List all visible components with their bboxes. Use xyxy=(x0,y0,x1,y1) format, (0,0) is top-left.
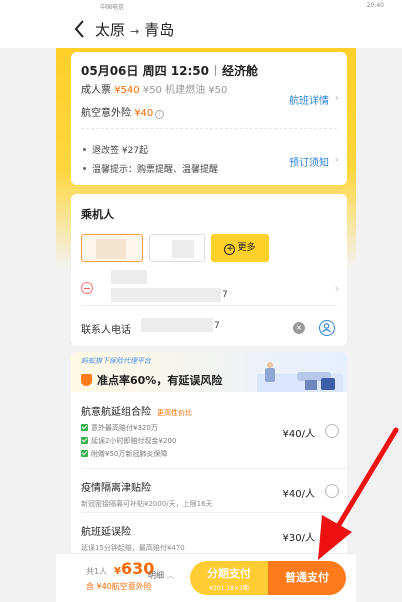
contact-phone-label: 联系人电话 xyxy=(81,325,131,336)
plus-icon: + xyxy=(224,244,236,255)
check-icon xyxy=(81,437,88,444)
passenger-title: 乘机人 xyxy=(81,208,114,221)
insurance-banner: 蚂蚁旗下保险代理平台 准点率60%，有延误风险 xyxy=(71,352,347,392)
detail-toggle[interactable]: 明细 ︿ xyxy=(148,570,175,581)
route-title: 太原 → 青岛 xyxy=(95,19,174,40)
info-icon[interactable]: i xyxy=(155,110,165,119)
flight-date-row: 05月06日 周四 12:50 经济舱 xyxy=(81,62,258,79)
flight-datetime: 05月06日 周四 12:50 xyxy=(81,64,209,78)
installment-sub: ¥201.18×3期 xyxy=(209,585,249,592)
insurance-price: ¥30/人 xyxy=(282,533,315,544)
ticket-type: 成人票 xyxy=(81,85,111,96)
more-label: 更多 xyxy=(237,243,256,253)
header-bar: 太原 → 青岛 xyxy=(0,12,402,48)
insurance-card: 蚂蚁旗下保险代理平台 准点率60%，有延误风险 航意航延组合险 更高性价比 意外最… xyxy=(71,352,347,555)
insurance-price: ¥40 xyxy=(134,108,154,119)
status-bar: 中国电信 20:40 xyxy=(0,0,402,12)
ticket-price: ¥540 xyxy=(114,85,140,96)
bottom-bar: 共1人 ¥630 含 ¥40航空意外险 明细 ︿ 分期支付 ¥201.18×3期… xyxy=(56,553,356,602)
route-arrow: → xyxy=(130,25,140,38)
insurance-price: ¥40/人 xyxy=(282,489,315,500)
check-icon xyxy=(81,450,88,457)
divider xyxy=(81,128,337,129)
refund-rule: 退改签 ¥27起 xyxy=(83,143,148,156)
refund-rule-text: 退改签 ¥27起 xyxy=(92,146,149,156)
chevron-right-icon: › xyxy=(334,282,339,295)
flight-card: 05月06日 周四 12:50 经济舱 成人票 ¥540 ¥50 机建燃油 ¥50… xyxy=(71,52,347,185)
fuel-fee: ¥50 机建燃油 ¥50 xyxy=(142,85,228,96)
travel-illustration-icon xyxy=(257,362,343,392)
masked-id xyxy=(111,288,221,302)
insurance-desc: 新冠密接隔离可补贴¥2000/天，上限16天 xyxy=(81,500,213,508)
insurance-desc: 延误15分钟起赔，最高赔付¥470 xyxy=(81,544,185,552)
check-icon xyxy=(81,424,88,431)
divider xyxy=(81,305,337,306)
contact-book-icon[interactable] xyxy=(319,320,335,336)
delay-risk-headline: 准点率60%，有延误风险 xyxy=(97,374,223,387)
installment-pay-button[interactable]: 分期支付 ¥201.18×3期 xyxy=(190,561,268,595)
remove-passenger-icon[interactable] xyxy=(81,282,93,294)
value-tag: 更高性价比 xyxy=(157,409,192,417)
insurance-radio[interactable] xyxy=(325,484,339,498)
divider xyxy=(81,468,347,469)
chevron-up-icon: ︿ xyxy=(166,571,175,580)
phone-suffix: 7 xyxy=(214,321,220,331)
origin-city: 太原 xyxy=(95,21,126,39)
cabin-class: 经济舱 xyxy=(221,64,258,78)
insurance-label: 航空意外险 xyxy=(81,108,131,119)
ticket-price-row: 成人票 ¥540 ¥50 机建燃油 ¥50 xyxy=(81,81,227,96)
flight-detail-link[interactable]: 航班详情 xyxy=(289,92,329,107)
clock-text: 20:40 xyxy=(366,2,384,9)
masked-phone[interactable] xyxy=(141,318,213,332)
passenger-chip[interactable] xyxy=(149,234,205,262)
back-arrow-icon[interactable] xyxy=(72,18,88,40)
clear-icon[interactable]: × xyxy=(293,322,305,334)
divider xyxy=(81,512,347,513)
booking-notice-link[interactable]: 预订须知 xyxy=(289,154,329,169)
destination-city: 青岛 xyxy=(144,21,175,39)
more-passengers-button[interactable]: + 更多 xyxy=(211,234,269,262)
platform-label: 蚂蚁旗下保险代理平台 xyxy=(81,357,151,365)
feature-line: 附赠¥50万新冠肺炎保障 xyxy=(81,449,341,459)
id-suffix: 7 xyxy=(222,290,228,300)
passenger-count: 共1人 xyxy=(86,567,108,576)
chevron-right-icon: › xyxy=(334,153,339,166)
normal-pay-button[interactable]: 普通支付 xyxy=(268,561,346,595)
insurance-radio[interactable] xyxy=(325,424,339,438)
insurance-price: ¥40/人 xyxy=(282,429,315,440)
tips-rule-text: 温馨提示：购票提醒、温馨提醒 xyxy=(92,165,219,175)
insurance-radio[interactable] xyxy=(325,528,339,542)
masked-name xyxy=(111,270,147,284)
carrier-text: 中国电信 xyxy=(100,4,125,11)
passenger-card: 乘机人 + 更多 7 › 联系人电话 7 × xyxy=(71,194,347,346)
insurance-row: 航空意外险 ¥40 i xyxy=(81,104,165,119)
chevron-right-icon: › xyxy=(334,91,339,104)
installment-label: 分期支付 xyxy=(207,567,251,580)
passenger-chip-selected[interactable] xyxy=(81,234,143,262)
tips-rule: 温馨提示：购票提醒、温馨提醒 xyxy=(83,162,218,175)
insurance-note: 含 ¥40航空意外险 xyxy=(86,582,152,591)
insurance-name: 航意航延组合险 xyxy=(81,407,151,418)
